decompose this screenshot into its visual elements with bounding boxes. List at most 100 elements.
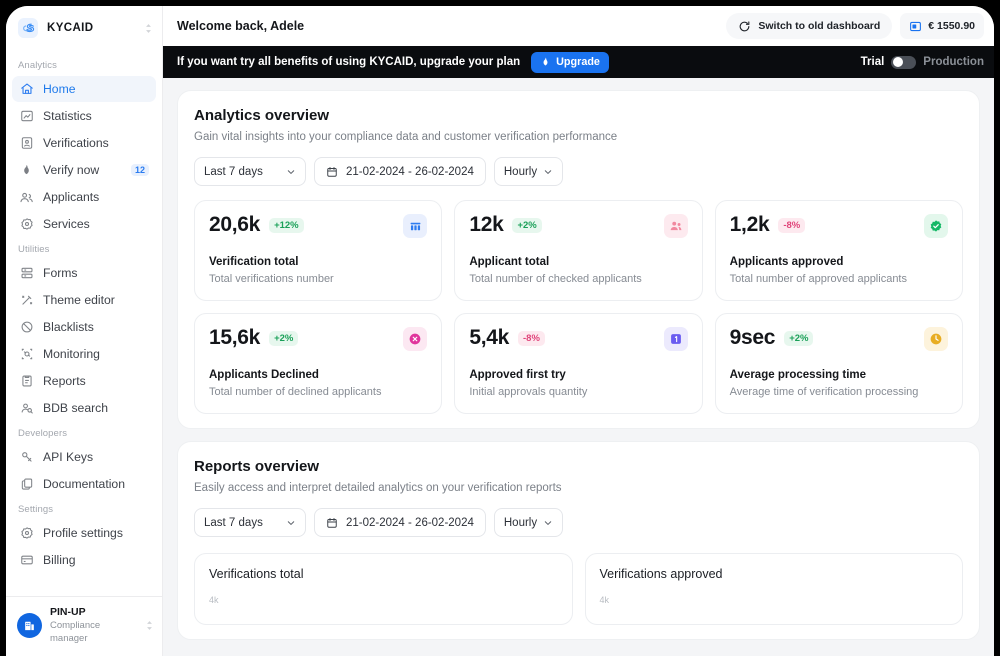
metric-value: 9sec: [730, 327, 776, 349]
metric-delta: -8%: [778, 218, 805, 233]
sidebar-item-services[interactable]: Services: [12, 211, 156, 237]
flame-icon: [19, 163, 34, 178]
environment-switch[interactable]: [891, 56, 916, 69]
analytics-title: Analytics overview: [194, 107, 963, 124]
sidebar-item-documentation[interactable]: Documentation: [12, 471, 156, 497]
reports-subtitle: Easily access and interpret detailed ana…: [194, 482, 963, 494]
card-header: 20,6k +12%: [209, 214, 427, 238]
sidebar-item-label: Verify now: [43, 163, 122, 177]
sidebar-item-monitoring[interactable]: Monitoring: [12, 341, 156, 367]
metric-card-applicant-total[interactable]: 12k +2% Applicant total Total number of …: [454, 200, 702, 301]
api-keys-icon: [19, 450, 34, 465]
analytics-granularity-select[interactable]: Hourly: [494, 157, 563, 186]
analytics-granularity-value: Hourly: [504, 166, 537, 178]
chart-title: Verifications total: [209, 567, 558, 581]
balance-card-icon: [909, 20, 922, 33]
reports-date-range-value: 21-02-2024 - 26-02-2024: [346, 517, 474, 529]
metric-card-verification-total[interactable]: 20,6k +12% Verification total Total veri…: [194, 200, 442, 301]
metric-name: Applicants approved: [730, 256, 948, 268]
metric-value: 12k: [469, 214, 503, 236]
sidebar-item-billing[interactable]: Billing: [12, 547, 156, 573]
sidebar-item-label: Services: [43, 217, 149, 231]
upgrade-button[interactable]: Upgrade: [531, 52, 609, 73]
sidebar-item-reports[interactable]: Reports: [12, 368, 156, 394]
nav-group-label-analytics: Analytics: [6, 54, 162, 75]
sidebar-item-theme-editor[interactable]: Theme editor: [12, 287, 156, 313]
sidebar-item-verifications[interactable]: Verifications: [12, 130, 156, 156]
sidebar-item-bdb-search[interactable]: BDB search: [12, 395, 156, 421]
reports-charts-grid: Verifications total 4k Verifications app…: [194, 553, 963, 625]
switch-to-old-dashboard-button[interactable]: Switch to old dashboard: [726, 13, 892, 39]
sidebar-item-verify-now[interactable]: Verify now 12: [12, 157, 156, 183]
analytics-subtitle: Gain vital insights into your compliance…: [194, 131, 963, 143]
reports-filters: Last 7 days 21-02-2024 - 26-02-2024 Hour…: [194, 508, 963, 537]
sidebar-item-label: Reports: [43, 374, 149, 388]
sidebar-item-label: Statistics: [43, 109, 149, 123]
reports-title: Reports overview: [194, 458, 963, 475]
reports-date-range-picker[interactable]: 21-02-2024 - 26-02-2024: [314, 508, 486, 537]
analytics-filters: Last 7 days 21-02-2024 - 26-02-2024 Hour…: [194, 157, 963, 186]
calendar-icon: [326, 517, 338, 529]
verify-now-badge: 12: [131, 164, 149, 176]
card-header: 12k +2%: [469, 214, 687, 238]
chart-title: Verifications approved: [600, 567, 949, 581]
chevron-up-down-icon: [146, 620, 153, 631]
verifications-id-card-icon: [19, 136, 34, 151]
sidebar-item-label: Theme editor: [43, 293, 149, 307]
calendar-icon: [326, 166, 338, 178]
analytics-date-range-picker[interactable]: 21-02-2024 - 26-02-2024: [314, 157, 486, 186]
switch-to-old-dashboard-label: Switch to old dashboard: [758, 20, 880, 32]
account-switcher[interactable]: PIN-UP Compliance manager: [6, 596, 162, 656]
metric-value: 1,2k: [730, 214, 770, 236]
chevron-down-icon: [543, 518, 553, 528]
metric-delta: +2%: [269, 331, 298, 346]
balance-button[interactable]: € 1550.90: [900, 13, 984, 39]
metric-card-approved-first-try[interactable]: 5,4k -8% Approved first try Initial appr…: [454, 313, 702, 414]
sidebar: KYCAID Analytics Home Statistics Verific…: [6, 6, 163, 656]
sidebar-item-profile-settings[interactable]: Profile settings: [12, 520, 156, 546]
applicants-users-icon: [19, 190, 34, 205]
sidebar-item-label: Home: [43, 82, 149, 96]
content-scroll-area[interactable]: Analytics overview Gain vital insights i…: [163, 78, 994, 656]
reports-granularity-select[interactable]: Hourly: [494, 508, 563, 537]
brand-switcher[interactable]: KYCAID: [6, 6, 162, 48]
sidebar-item-label: Monitoring: [43, 347, 149, 361]
chart-card-verifications-total[interactable]: Verifications total 4k: [194, 553, 573, 625]
sidebar-item-label: Documentation: [43, 477, 149, 491]
page-title: Welcome back, Adele: [177, 19, 718, 33]
upgrade-banner: If you want try all benefits of using KY…: [163, 46, 994, 78]
verification-bar-chart-icon: [403, 214, 427, 238]
card-header: 5,4k -8%: [469, 327, 687, 351]
analytics-period-select[interactable]: Last 7 days: [194, 157, 306, 186]
sidebar-item-home[interactable]: Home: [12, 76, 156, 102]
main-area: Welcome back, Adele Switch to old dashbo…: [163, 6, 994, 656]
sidebar-item-blacklists[interactable]: Blacklists: [12, 314, 156, 340]
metric-card-applicants-approved[interactable]: 1,2k -8% Applicants approved Total numbe…: [715, 200, 963, 301]
banner-message: If you want try all benefits of using KY…: [177, 56, 520, 68]
metric-desc: Total verifications number: [209, 273, 427, 285]
chart-card-verifications-approved[interactable]: Verifications approved 4k: [585, 553, 964, 625]
reports-clipboard-icon: [19, 374, 34, 389]
reports-period-select[interactable]: Last 7 days: [194, 508, 306, 537]
sidebar-item-statistics[interactable]: Statistics: [12, 103, 156, 129]
forms-icon: [19, 266, 34, 281]
production-label: Production: [923, 56, 984, 68]
sidebar-item-label: Blacklists: [43, 320, 149, 334]
metric-delta: +12%: [269, 218, 304, 233]
approved-check-badge-icon: [924, 214, 948, 238]
applicants-users-icon: [664, 214, 688, 238]
metric-name: Approved first try: [469, 369, 687, 381]
sidebar-item-label: API Keys: [43, 450, 149, 464]
sidebar-item-api-keys[interactable]: API Keys: [12, 444, 156, 470]
metric-card-applicants-declined[interactable]: 15,6k +2% Applicants Declined Total numb…: [194, 313, 442, 414]
flame-icon: [540, 56, 551, 68]
theme-editor-wand-icon: [19, 293, 34, 308]
sidebar-item-applicants[interactable]: Applicants: [12, 184, 156, 210]
bdb-search-user-icon: [19, 401, 34, 416]
metric-card-average-processing-time[interactable]: 9sec +2% Average processing time Average…: [715, 313, 963, 414]
profile-settings-gear-icon: [19, 526, 34, 541]
upgrade-label: Upgrade: [556, 56, 600, 68]
sidebar-item-forms[interactable]: Forms: [12, 260, 156, 286]
analytics-overview-panel: Analytics overview Gain vital insights i…: [177, 90, 980, 429]
environment-toggle[interactable]: Trial Production: [861, 56, 984, 69]
